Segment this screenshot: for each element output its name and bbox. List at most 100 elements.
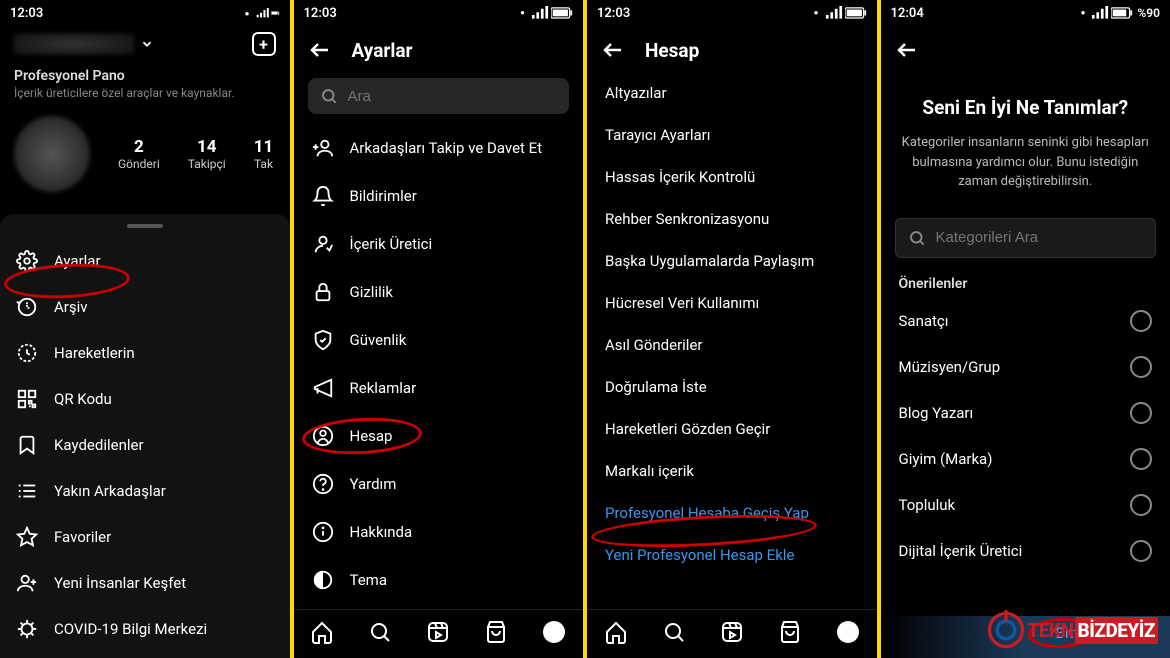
list-item[interactable]: Hareketleri Gözden Geçir — [587, 408, 877, 450]
stat-following[interactable]: 11 Tak — [254, 137, 274, 171]
radio[interactable] — [1130, 310, 1152, 332]
theme-icon — [312, 569, 334, 591]
list-item[interactable]: Başka Uygulamalarda Paylaşım — [587, 240, 877, 282]
menu-saved[interactable]: Kaydedilenler — [0, 422, 290, 468]
link-add-pro[interactable]: Yeni Profesyonel Hesap Ekle — [587, 534, 877, 576]
back-icon[interactable] — [895, 38, 919, 62]
item-label: Reklamlar — [350, 379, 417, 397]
header: Hesap — [587, 24, 877, 72]
menu-arsiv[interactable]: Arşiv — [0, 284, 290, 330]
radio[interactable] — [1130, 448, 1152, 470]
back-icon[interactable] — [308, 38, 332, 62]
item-label: Arkadaşları Takip ve Davet Et — [350, 139, 543, 157]
person-circle-icon — [312, 425, 334, 447]
screen-category: 12:04 ● %90 Seni En İyi Ne Tanımlar? Kat… — [881, 0, 1170, 658]
list-item[interactable]: Hücresel Veri Kullanımı — [587, 282, 877, 324]
menu-label: Ayarlar — [54, 252, 101, 270]
avatar[interactable] — [14, 116, 90, 192]
logo-icon — [984, 608, 1028, 652]
radio[interactable] — [1130, 402, 1152, 424]
search-icon[interactable] — [662, 620, 686, 644]
home-icon[interactable] — [310, 620, 334, 644]
item-about[interactable]: Hakkında — [294, 508, 584, 556]
radio[interactable] — [1130, 494, 1152, 516]
chevron-down-icon[interactable] — [140, 37, 154, 51]
list-item[interactable]: Markalı içerik — [587, 450, 877, 492]
clock: 12:04 — [891, 6, 924, 21]
profile-icon[interactable] — [542, 620, 566, 644]
reels-icon[interactable] — [720, 620, 744, 644]
list-item[interactable]: Altyazılar — [587, 72, 877, 114]
menu-ayarlar[interactable]: Ayarlar — [0, 238, 290, 284]
item-ads[interactable]: Reklamlar — [294, 364, 584, 412]
item-creator[interactable]: İçerik Üretici — [294, 220, 584, 268]
add-person-icon — [16, 572, 38, 594]
category-search-input[interactable] — [936, 229, 1144, 246]
bottom-nav — [587, 609, 877, 658]
create-button[interactable]: + — [252, 32, 276, 56]
status-bar: 12:03 ● — [587, 0, 877, 24]
stat-followers[interactable]: 14 Takipçi — [188, 137, 226, 171]
menu-discover[interactable]: Yeni İnsanlar Keşfet — [0, 560, 290, 606]
menu-covid[interactable]: COVID-19 Bilgi Merkezi — [0, 606, 290, 652]
sheet-handle[interactable] — [127, 224, 163, 228]
search-icon[interactable] — [368, 620, 392, 644]
radio[interactable] — [1130, 540, 1152, 562]
menu-sheet: Ayarlar Arşiv Hareketlerin QR Kodu Kayde… — [0, 214, 290, 658]
category-item[interactable]: Blog Yazarı — [881, 390, 1170, 436]
signal-icon — [825, 6, 843, 20]
menu-hareketlerin[interactable]: Hareketlerin — [0, 330, 290, 376]
menu-close-friends[interactable]: Yakın Arkadaşlar — [0, 468, 290, 514]
qr-icon — [16, 388, 38, 410]
list-item[interactable]: Asıl Gönderiler — [587, 324, 877, 366]
signal-icon — [531, 6, 549, 20]
bookmark-icon — [16, 434, 38, 456]
list-item[interactable]: Hassas İçerik Kontrolü — [587, 156, 877, 198]
item-notifications[interactable]: Bildirimler — [294, 172, 584, 220]
pro-dashboard-title[interactable]: Profesyonel Pano — [0, 64, 290, 86]
home-icon[interactable] — [604, 620, 628, 644]
item-help[interactable]: Yardım — [294, 460, 584, 508]
search-box[interactable] — [308, 78, 570, 114]
radio[interactable] — [1130, 356, 1152, 378]
item-label: Blog Yazarı — [899, 404, 974, 422]
item-privacy[interactable]: Gizlilik — [294, 268, 584, 316]
body: Seni En İyi Ne Tanımlar? Kategoriler ins… — [881, 62, 1170, 212]
profile-header: + — [0, 24, 290, 64]
logo-text-b: BİZDEYİZ — [1075, 617, 1158, 644]
shop-icon[interactable] — [778, 620, 802, 644]
item-security[interactable]: Güvenlik — [294, 316, 584, 364]
add-person-icon — [312, 137, 334, 159]
stat-posts[interactable]: 2 Gönderi — [118, 137, 160, 171]
category-item[interactable]: Müzisyen/Grup — [881, 344, 1170, 390]
item-label: Müzisyen/Grup — [899, 358, 1001, 376]
category-item[interactable]: Sanatçı — [881, 298, 1170, 344]
category-item[interactable]: Topluluk — [881, 482, 1170, 528]
screen-account: 12:03 ● Hesap Altyazılar Tarayıcı Ayarla… — [587, 0, 877, 658]
reels-icon[interactable] — [426, 620, 450, 644]
item-account[interactable]: Hesap — [294, 412, 584, 460]
back-icon[interactable] — [601, 38, 625, 62]
profile-icon[interactable] — [836, 620, 860, 644]
list-item[interactable]: Rehber Senkronizasyonu — [587, 198, 877, 240]
item-invite[interactable]: Arkadaşları Takip ve Davet Et — [294, 124, 584, 172]
list-item[interactable]: Doğrulama İste — [587, 366, 877, 408]
item-label: Gizlilik — [350, 283, 394, 301]
category-search[interactable] — [895, 218, 1157, 258]
status-bar: 12:03 ● — [0, 0, 290, 24]
screen-settings: 12:03 ● Ayarlar Arkadaşları Takip ve Dav… — [294, 0, 584, 658]
search-input[interactable] — [348, 88, 558, 105]
clock: 12:03 — [304, 6, 337, 21]
category-item[interactable]: Giyim (Marka) — [881, 436, 1170, 482]
list-item[interactable]: Tarayıcı Ayarları — [587, 114, 877, 156]
category-item[interactable]: Dijital İçerik Üretici — [881, 528, 1170, 574]
shop-icon[interactable] — [484, 620, 508, 644]
menu-favorites[interactable]: Favoriler — [0, 514, 290, 560]
help-icon — [312, 473, 334, 495]
profile-stats-row: 2 Gönderi 14 Takipçi 11 Tak — [0, 110, 290, 204]
menu-qr[interactable]: QR Kodu — [0, 376, 290, 422]
item-theme[interactable]: Tema — [294, 556, 584, 604]
username-blurred[interactable] — [14, 33, 134, 55]
megaphone-icon — [312, 377, 334, 399]
link-switch-pro[interactable]: Profesyonel Hesaba Geçiş Yap — [587, 492, 877, 534]
